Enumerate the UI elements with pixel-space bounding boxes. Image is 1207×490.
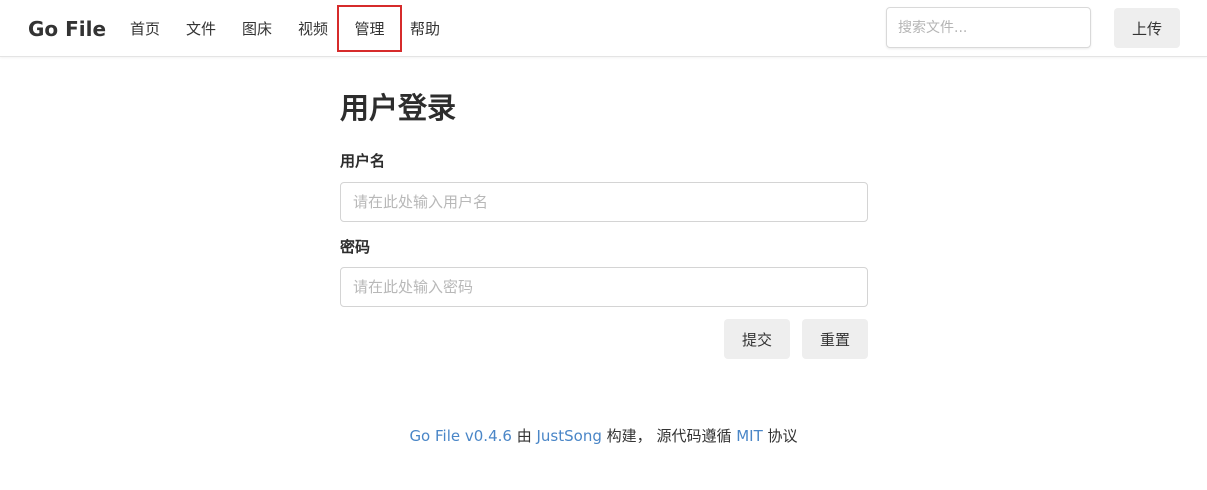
- reset-button[interactable]: 重置: [802, 319, 868, 359]
- submit-button[interactable]: 提交: [724, 319, 790, 359]
- nav-item-home[interactable]: 首页: [120, 5, 170, 52]
- nav-item-help[interactable]: 帮助: [400, 5, 450, 52]
- footer-protocol-text: 协议: [767, 427, 798, 445]
- nav-item-videos[interactable]: 视频: [288, 5, 338, 52]
- brand-logo[interactable]: Go File: [28, 17, 106, 41]
- footer-license-link[interactable]: MIT: [736, 427, 763, 445]
- search-input[interactable]: [886, 7, 1091, 48]
- footer-by-text: 由: [516, 427, 532, 445]
- nav-item-images[interactable]: 图床: [232, 5, 282, 52]
- footer: Go File v0.4.6 由 JustSong 构建， 源代码遵循 MIT …: [0, 426, 1207, 446]
- password-label: 密码: [340, 238, 371, 256]
- footer-license-text: 源代码遵循: [656, 427, 732, 445]
- page-title: 用户登录: [340, 91, 457, 125]
- top-navbar: Go File 首页 文件 图床 视频 管理 帮助 上传: [0, 0, 1207, 57]
- footer-author-link[interactable]: JustSong: [537, 427, 602, 445]
- nav-item-files[interactable]: 文件: [176, 5, 226, 52]
- footer-built-text: 构建，: [606, 427, 652, 445]
- upload-button[interactable]: 上传: [1114, 8, 1180, 48]
- nav-item-manage[interactable]: 管理: [337, 5, 402, 52]
- footer-app-link[interactable]: Go File v0.4.6: [409, 427, 511, 445]
- username-label: 用户名: [340, 152, 386, 170]
- password-input[interactable]: [340, 267, 868, 307]
- username-input[interactable]: [340, 182, 868, 222]
